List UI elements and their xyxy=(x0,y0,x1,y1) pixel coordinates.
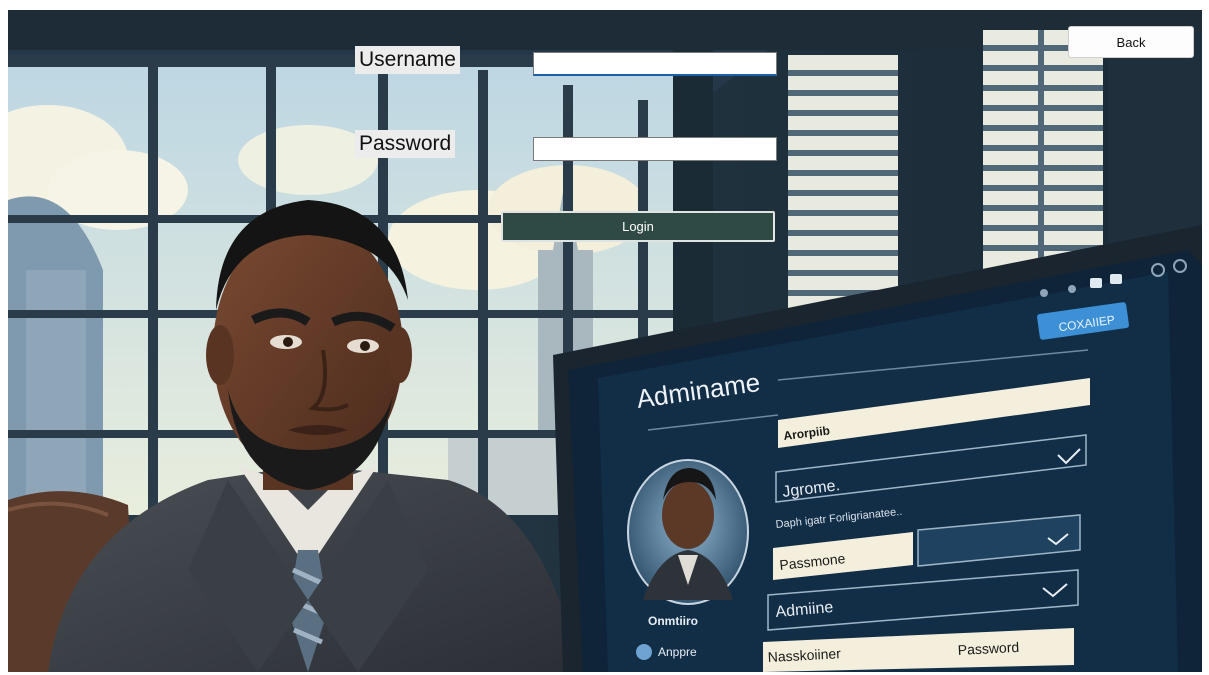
login-window: COXAIIEP Adminame Arorpiib Jgrome. Daph … xyxy=(8,10,1202,672)
background-illustration: COXAIIEP Adminame Arorpiib Jgrome. Daph … xyxy=(8,10,1202,672)
login-button[interactable]: Login xyxy=(501,211,775,242)
screen-avatar-caption: Onmtiiro xyxy=(648,614,698,628)
username-input[interactable] xyxy=(533,52,777,76)
screen-brand-text: Anppre xyxy=(658,645,697,659)
password-input[interactable] xyxy=(533,137,777,161)
back-button[interactable]: Back xyxy=(1068,26,1194,58)
username-label: Username xyxy=(355,46,460,74)
password-label: Password xyxy=(355,130,456,158)
screen-field5-right-text: Password xyxy=(957,639,1019,658)
